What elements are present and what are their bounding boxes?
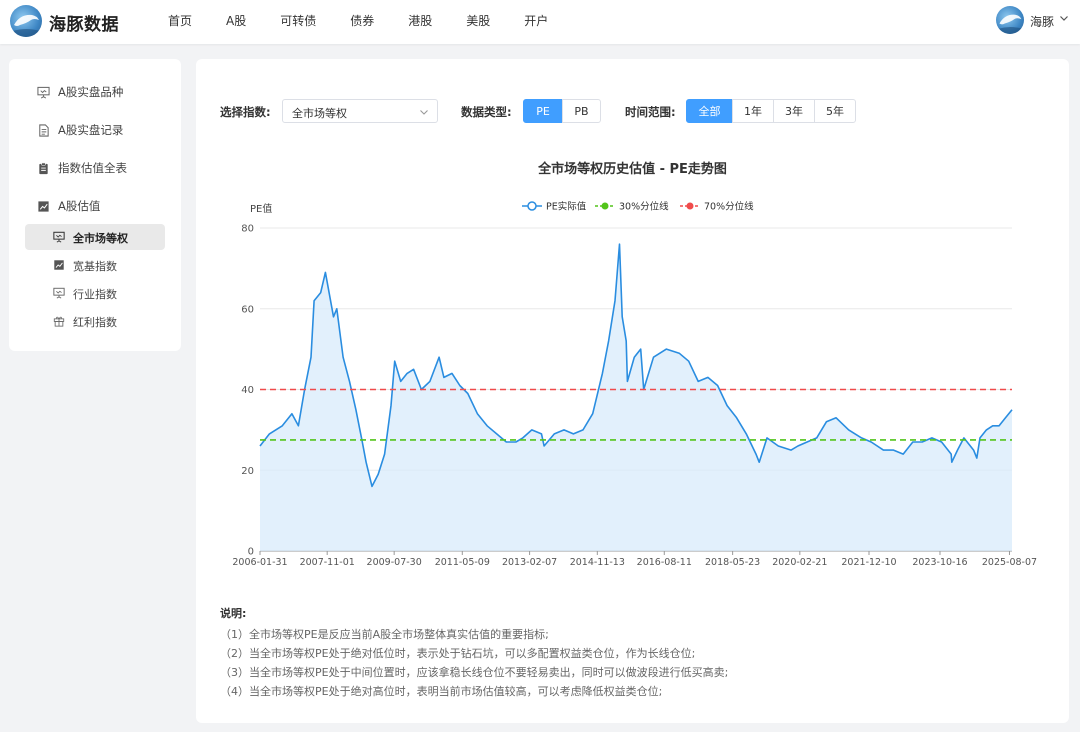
main-nav: 首页 A股 可转债 债券 港股 美股 开户 [158,0,572,44]
sidebar-item-label: A股实盘记录 [58,123,124,137]
notes-title: 说明: [220,607,247,620]
document-icon [39,123,49,137]
gift-icon [53,316,65,327]
nav-us-stocks[interactable]: 美股 [456,0,500,44]
sidebar-item-label: A股实盘品种 [58,85,124,99]
y-tick-label: 60 [241,304,254,315]
x-tick-label: 2009-07-30 [367,557,422,568]
sidebar-subitem-broad-index[interactable]: 宽基指数 [25,252,165,278]
x-tick-label: 2016-08-11 [637,557,692,568]
sidebar-item-a-share-live-records[interactable]: A股实盘记录 [9,116,181,144]
x-tick-label: 2007-11-01 [300,557,355,568]
note-line: （4）当全市场等权PE处于绝对高位时，表明当前市场估值较高，可以考虑降低权益类仓… [220,685,663,698]
presentation-icon [53,231,65,243]
main-panel: 选择指数: 全市场等权 数据类型: PE PB 时间范围: 全部 1年 3年 5… [196,59,1069,723]
presentation-icon [37,86,50,98]
user-name[interactable]: 海豚 [1030,13,1054,30]
sidebar-subitem-label: 红利指数 [73,316,117,329]
legend-label: 70%分位线 [704,201,754,213]
legend-label: 30%分位线 [619,201,669,213]
nav-open-account[interactable]: 开户 [514,0,558,44]
nav-bonds[interactable]: 债券 [340,0,384,44]
sidebar-item-label: A股估值 [58,199,101,213]
avatar[interactable] [996,6,1024,34]
y-tick-label: 0 [248,547,254,558]
x-tick-label: 2020-02-21 [772,557,827,568]
sidebar-subitem-industry-index[interactable]: 行业指数 [25,280,165,306]
nav-convertible-bonds[interactable]: 可转债 [270,0,326,44]
sidebar-item-a-share-live-products[interactable]: A股实盘品种 [9,78,181,106]
y-tick-label: 40 [241,385,254,396]
x-tick-label: 2023-10-16 [912,557,967,568]
top-navbar: 海豚数据 首页 A股 可转债 债券 港股 美股 开户 海豚 [0,0,1080,44]
sidebar-subitem-label: 全市场等权 [73,232,128,245]
notes-section: 说明: （1）全市场等权PE是反应当前A股全市场整体真实估值的重要指标; （2）… [220,605,728,701]
x-tick-label: 2011-05-09 [435,557,490,568]
y-tick-label: 80 [241,224,254,235]
x-tick-label: 2014-11-13 [570,557,625,568]
sidebar-item-index-valuation-table[interactable]: 指数估值全表 [9,154,181,182]
clipboard-icon [39,162,48,174]
sidebar-subitem-dividend-index[interactable]: 红利指数 [25,308,165,334]
sidebar-subitem-equal-weight-market[interactable]: 全市场等权 [25,224,165,250]
legend-marker [686,202,694,210]
legend-marker [527,201,537,211]
nav-home[interactable]: 首页 [158,0,202,44]
note-line: （2）当全市场等权PE处于绝对低位时，表示处于钻石坑，可以多配置权益类仓位，作为… [220,647,696,660]
legend-marker [601,202,609,210]
nav-a-shares[interactable]: A股 [216,0,256,44]
chevron-down-icon[interactable] [1059,13,1069,23]
x-tick-label: 2018-05-23 [705,557,760,568]
sidebar-item-label: 指数估值全表 [58,161,127,175]
y-tick-label: 20 [241,466,254,477]
chart-icon [54,260,64,270]
pe-area [260,244,1012,551]
sidebar-subitem-label: 行业指数 [73,288,117,301]
sidebar-subitem-label: 宽基指数 [73,260,117,273]
nav-hk-stocks[interactable]: 港股 [398,0,442,44]
pe-history-chart[interactable]: 0 20 40 60 80 PE值 2006-01-31 2007-11-01 2009-07-… [196,59,1069,589]
dolphin-logo-icon[interactable] [10,5,42,37]
x-tick-label: 2021-12-10 [841,557,896,568]
sidebar: A股实盘品种 A股实盘记录 指数估值全表 A股估值 全市场等权 宽基指数 行业指… [9,59,181,351]
sidebar-item-a-share-valuation[interactable]: A股估值 [9,192,181,220]
note-line: （1）全市场等权PE是反应当前A股全市场整体真实估值的重要指标; [220,628,549,641]
brand-name[interactable]: 海豚数据 [49,10,119,35]
x-tick-label: 2006-01-31 [232,557,287,568]
x-tick-label: 2013-02-07 [502,557,557,568]
x-tick-label: 2025-08-07 [982,557,1037,568]
chart-icon [38,200,49,212]
y-axis-title: PE值 [250,202,272,215]
presentation-icon [53,287,65,299]
legend-label: PE实际值 [546,201,587,213]
note-line: （3）当全市场等权PE处于中间位置时，应该拿稳长线仓位不要轻易卖出，同时可以做波… [220,666,729,679]
